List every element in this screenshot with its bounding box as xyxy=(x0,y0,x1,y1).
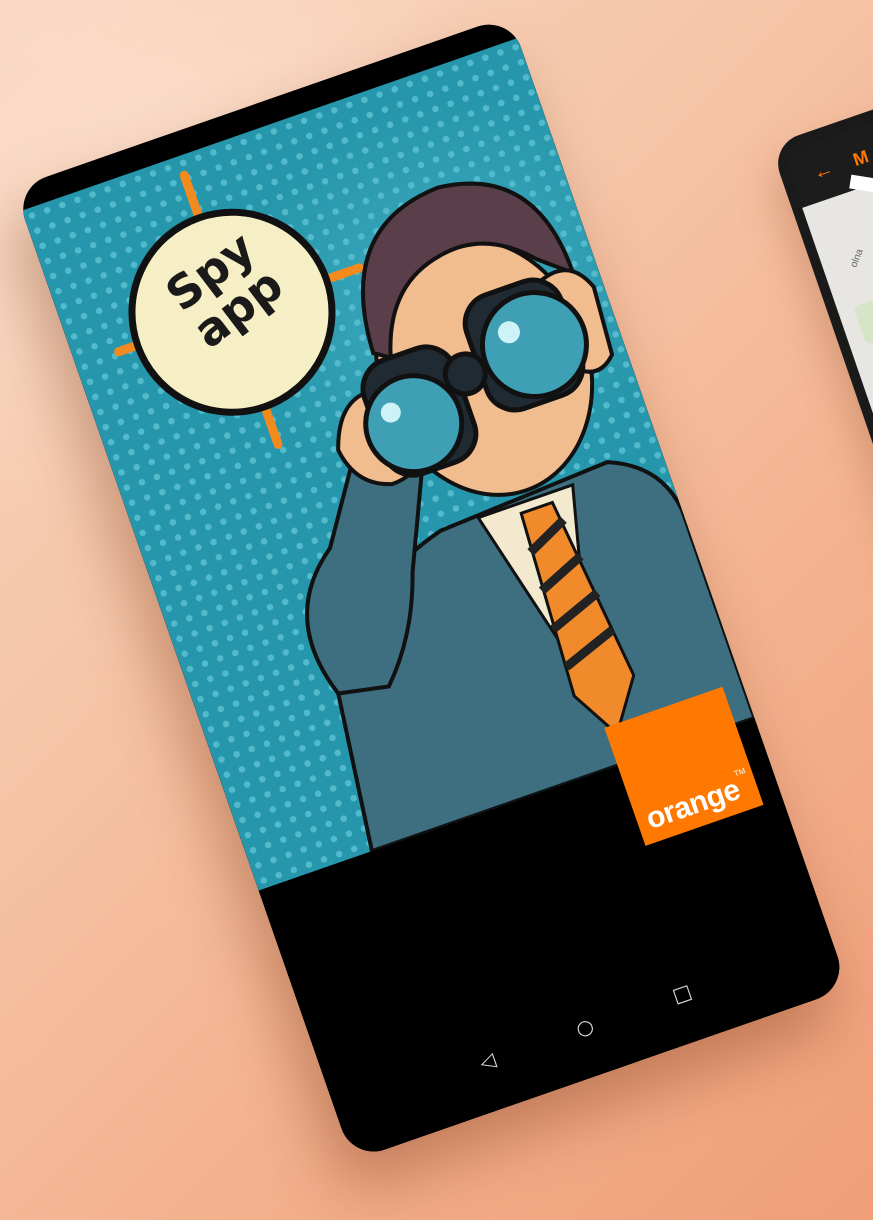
trademark-symbol: TM xyxy=(732,766,747,779)
nav-home-icon[interactable]: ○ xyxy=(559,1002,610,1053)
map-road xyxy=(849,174,873,226)
map-app-title: M xyxy=(850,146,872,171)
map-park-area xyxy=(853,290,873,345)
brand-name: orange xyxy=(641,772,745,837)
map-street-label: olna xyxy=(848,247,866,270)
nav-recent-apps-icon[interactable]: □ xyxy=(656,968,707,1019)
nav-back-icon[interactable]: ◁ xyxy=(462,1035,513,1086)
back-arrow-icon[interactable]: ← xyxy=(810,157,836,184)
